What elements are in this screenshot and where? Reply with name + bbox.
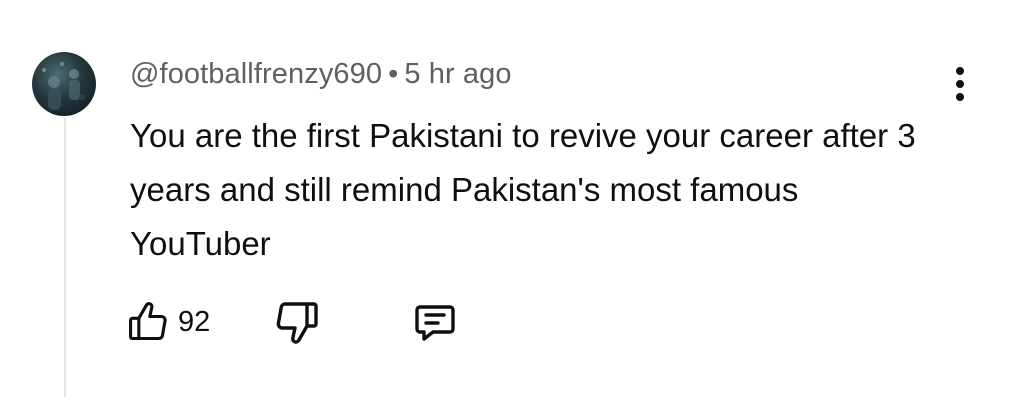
more-vertical-icon-dot [956, 80, 964, 88]
thumbs-down-icon [276, 302, 318, 344]
comment-timestamp[interactable]: 5 hr ago [404, 58, 511, 90]
thread-line [64, 118, 66, 397]
avatar[interactable] [32, 52, 96, 116]
reply-comment-icon [415, 305, 455, 341]
like-count: 92 [178, 305, 211, 338]
avatar-image [42, 62, 85, 110]
meta-separator: • [388, 58, 399, 90]
more-actions-button[interactable] [940, 62, 980, 106]
author-handle[interactable]: @footballfrenzy690 [130, 58, 382, 90]
thumbs-up-icon [129, 302, 167, 341]
comment-body: You are the first Pakistani to revive yo… [130, 117, 916, 262]
more-vertical-icon-dot [956, 93, 964, 101]
reply-button[interactable] [411, 298, 459, 346]
comment-header: @footballfrenzy690 • 5 hr ago [130, 58, 512, 91]
dislike-button[interactable] [273, 298, 321, 346]
more-vertical-icon [956, 67, 964, 75]
like-button[interactable]: 92 [126, 298, 210, 346]
